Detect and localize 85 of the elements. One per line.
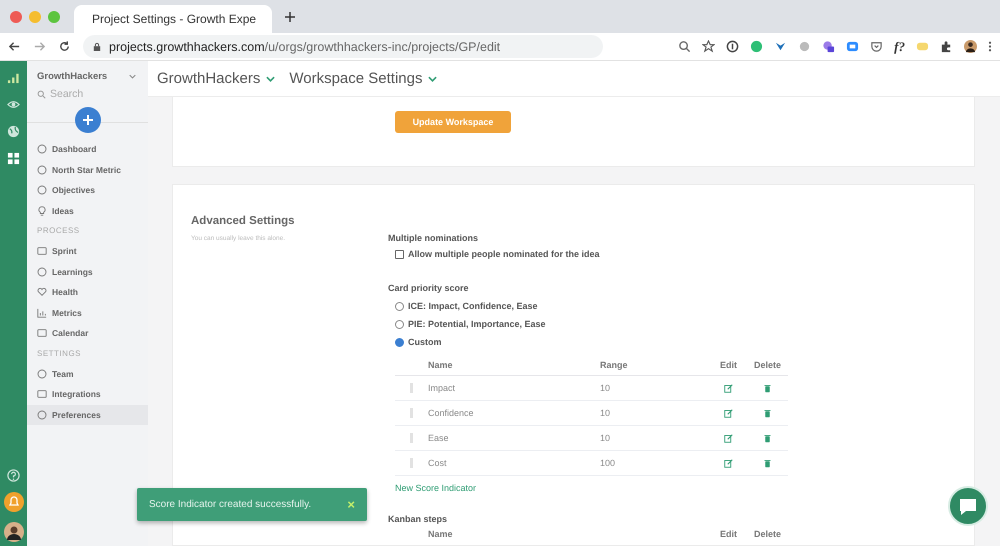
section-title: Advanced Settings <box>191 215 296 227</box>
column-header: Delete <box>752 360 782 370</box>
edit-icon[interactable] <box>724 384 733 392</box>
menu-icon[interactable] <box>988 40 992 53</box>
breadcrumb-dropdown[interactable]: GrowthHackers <box>157 70 276 87</box>
org-switcher[interactable]: GrowthHackers <box>27 69 148 83</box>
sidebar-item[interactable]: Objectives <box>27 180 148 200</box>
column-header: Edit <box>719 529 738 539</box>
star-icon[interactable] <box>702 40 716 53</box>
column-header: Name <box>428 360 454 370</box>
sidebar-item[interactable]: Metrics <box>27 302 148 323</box>
bars-icon <box>37 308 47 318</box>
back-arrow-icon[interactable] <box>8 40 21 53</box>
bell-icon[interactable] <box>4 492 24 512</box>
close-window-icon[interactable] <box>10 10 22 22</box>
table-cell-text: Confidence <box>428 408 475 418</box>
sidebar-item[interactable]: Dashboard <box>27 139 148 160</box>
avatar-icon[interactable] <box>964 40 977 53</box>
zoom-icon[interactable] <box>678 40 692 53</box>
trash-icon[interactable] <box>763 434 772 442</box>
add-button[interactable] <box>74 107 100 133</box>
v-icon[interactable] <box>774 40 788 53</box>
table-cell-text: Impact <box>428 383 456 393</box>
table-cell-text: 10 <box>600 433 612 443</box>
square-icon[interactable] <box>822 40 836 53</box>
edit-icon[interactable] <box>724 434 733 442</box>
chevron-down-icon[interactable] <box>266 76 276 82</box>
chevron-down-icon[interactable] <box>129 74 136 78</box>
new-score-indicator-link[interactable]: New Score Indicator <box>395 483 476 493</box>
search-field[interactable]: Search <box>50 88 130 100</box>
sidebar-item[interactable]: Integrations <box>27 384 148 404</box>
trash-icon[interactable] <box>763 408 772 418</box>
table-cell-text: Cost <box>428 458 448 468</box>
address-field[interactable]: projects.growthhackers.com/u/orgs/growthhackers-inc/projects/GP/edit <box>83 35 603 58</box>
trash-icon[interactable] <box>763 384 772 392</box>
browser-tab[interactable]: Project Settings - Growth Expe <box>74 5 272 33</box>
field-label: Multiple nominations <box>388 233 479 243</box>
sidebar-item[interactable]: Team <box>27 364 148 384</box>
sidebar-item[interactable]: Calendar <box>27 323 148 344</box>
avatar-icon[interactable] <box>4 522 24 542</box>
column-header: Delete <box>752 529 782 539</box>
trash-icon[interactable] <box>763 458 772 468</box>
priority-radio[interactable]: PIE: Potential, Importance, Ease <box>388 315 546 333</box>
chat-button[interactable] <box>948 486 988 526</box>
priority-radio[interactable]: Custom <box>388 333 442 351</box>
globe-icon[interactable] <box>7 125 20 138</box>
grid-icon[interactable] <box>7 152 20 165</box>
field-label: Kanban steps <box>388 514 448 524</box>
breadcrumb-dropdown[interactable]: Workspace Settings <box>289 70 438 87</box>
search-icon <box>37 90 46 98</box>
section-label: SETTINGS <box>36 348 82 360</box>
priority-radio[interactable]: ICE: Impact, Confidence, Ease <box>388 297 538 315</box>
maximize-window-icon[interactable] <box>48 10 60 22</box>
eye-icon[interactable] <box>7 98 20 111</box>
bulb-icon <box>37 206 47 216</box>
circle-icon[interactable] <box>726 40 740 53</box>
sidebar-item[interactable]: Health <box>27 282 148 302</box>
section-label: PROCESS <box>36 225 81 237</box>
nomination-checkbox[interactable]: Allow multiple people nominated for the idea <box>388 245 600 263</box>
help-icon[interactable] <box>7 469 20 482</box>
table-cell-text: 100 <box>600 458 616 468</box>
column-header: Name <box>428 529 454 539</box>
lock-icon <box>93 42 101 52</box>
table-cell-text: Ease <box>428 433 450 443</box>
table-cell-text: 10 <box>600 408 612 418</box>
heart-icon <box>37 287 47 298</box>
reload-icon[interactable] <box>58 40 71 53</box>
sidebar-item[interactable]: Ideas <box>27 200 148 221</box>
table-cell-text: 10 <box>600 383 612 393</box>
sidebar-item[interactable]: North Star Metric <box>27 160 148 180</box>
column-header: Edit <box>719 360 738 370</box>
sidebar-item[interactable]: Preferences <box>27 404 148 425</box>
bar-chart-icon[interactable] <box>7 71 20 84</box>
edit-icon[interactable] <box>724 458 733 468</box>
new-tab-icon[interactable] <box>284 10 296 22</box>
sidebar-item[interactable]: Learnings <box>27 262 148 282</box>
sidebar-item[interactable]: Sprint <box>27 241 148 262</box>
forward-arrow-icon[interactable] <box>33 40 46 53</box>
field-label: Card priority score <box>388 283 470 293</box>
success-toast: Score Indicator created successfully. × <box>137 488 367 521</box>
edit-icon[interactable] <box>724 408 733 418</box>
chevron-down-icon[interactable] <box>428 76 438 82</box>
puzzle-icon[interactable] <box>940 40 953 53</box>
column-header: Range <box>600 360 629 370</box>
extension-button[interactable]: f? <box>894 40 905 54</box>
